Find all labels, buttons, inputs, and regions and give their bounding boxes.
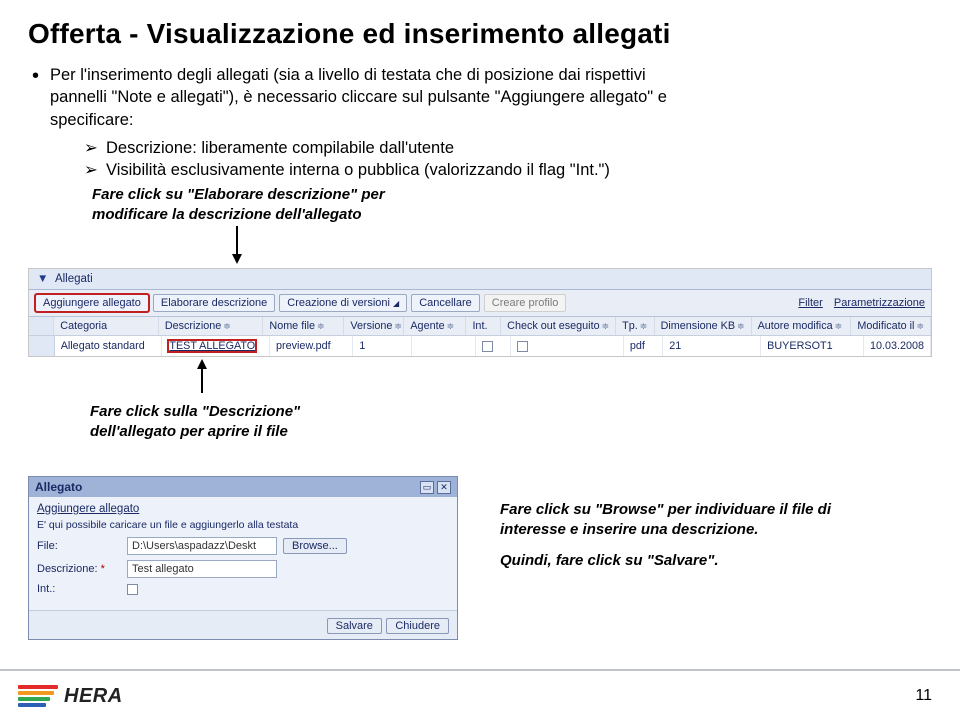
browse-button[interactable]: Browse...: [283, 538, 347, 554]
caption3-line3: Quindi, fare click su "Salvare".: [500, 552, 718, 569]
cell-filename: preview.pdf: [270, 336, 353, 356]
cell-int-checkbox[interactable]: [482, 341, 493, 352]
dialog-title: Allegato: [35, 480, 417, 494]
cell-checkout-checkbox[interactable]: [517, 341, 528, 352]
dialog-maximize-icon[interactable]: ▭: [420, 481, 434, 494]
arrow-down-icon: [230, 226, 932, 264]
caption1-line2: modificare la descrizione dell'allegato: [92, 206, 362, 223]
file-input[interactable]: D:\Users\aspadazz\Deskt: [127, 537, 277, 555]
cell-modified: 10.03.2008: [864, 336, 931, 356]
caption2-line1: Fare click sulla "Descrizione": [90, 403, 300, 420]
cell-type: pdf: [624, 336, 663, 356]
page-title: Offerta - Visualizzazione ed inserimento…: [28, 18, 932, 50]
dialog-add-link[interactable]: Aggiungere allegato: [37, 503, 449, 515]
dialog-note: E' qui possibile caricare un file e aggi…: [37, 519, 449, 531]
attachment-dialog: Allegato ▭ ✕ Aggiungere allegato E' qui …: [28, 476, 458, 640]
create-version-label: Creazione di versioni: [287, 297, 390, 309]
toolbar: Aggiungere allegato Elaborare descrizion…: [29, 290, 931, 317]
description-label: Descrizione: *: [37, 563, 121, 575]
close-button[interactable]: Chiudere: [386, 618, 449, 634]
col-author[interactable]: Autore modifica: [758, 320, 833, 332]
description-input[interactable]: Test allegato: [127, 560, 277, 578]
col-size[interactable]: Dimensione KB: [661, 320, 735, 332]
cell-category: Allegato standard: [55, 336, 163, 356]
int-checkbox[interactable]: [127, 584, 138, 595]
col-checkout[interactable]: Check out eseguito: [507, 320, 599, 332]
caption3-line1: Fare click su "Browse" per individuare i…: [500, 501, 831, 518]
col-int[interactable]: Int.: [472, 320, 487, 332]
save-button[interactable]: Salvare: [327, 618, 382, 634]
intro-list: Per l'inserimento degli allegati (sia a …: [30, 64, 932, 264]
intro-text-1: Per l'inserimento degli allegati (sia a …: [50, 66, 646, 84]
col-category[interactable]: Categoria: [60, 320, 107, 332]
collapse-icon[interactable]: ▼: [37, 273, 48, 285]
file-label: File:: [37, 540, 121, 552]
caption2-line2: dell'allegato per aprire il file: [90, 423, 288, 440]
col-filename[interactable]: Nome file: [269, 320, 315, 332]
cell-version: 1: [353, 336, 412, 356]
table-row[interactable]: Allegato standard TEST ALLEGATO preview.…: [29, 336, 931, 356]
arrow-up-icon: [195, 359, 960, 398]
hera-logo: HERA: [18, 683, 123, 709]
intro-text-2: pannelli "Note e allegati"), è necessari…: [50, 88, 667, 106]
cell-size: 21: [663, 336, 761, 356]
page-number: 11: [915, 687, 932, 705]
col-type[interactable]: Tp.: [622, 320, 638, 332]
logo-bars-icon: [18, 683, 58, 709]
intro-text-3: specificare:: [50, 111, 133, 129]
add-attachment-button[interactable]: Aggiungere allegato: [35, 294, 149, 312]
cell-author: BUYERSOT1: [761, 336, 864, 356]
create-profile-button: Creare profilo: [484, 294, 567, 312]
arrow-item-1: Descrizione: liberamente compilabile dal…: [84, 137, 932, 159]
cell-agent: [412, 336, 476, 356]
filter-link[interactable]: Filter: [798, 297, 822, 309]
panel-header[interactable]: ▼ Allegati: [29, 269, 931, 290]
caption3-line2: interesse e inserire una descrizione.: [500, 521, 758, 538]
create-version-button[interactable]: Creazione di versioni ◢: [279, 294, 407, 312]
col-agent[interactable]: Agente: [410, 320, 444, 332]
panel-header-label: Allegati: [55, 273, 93, 285]
logo-text: HERA: [64, 685, 123, 708]
col-modified[interactable]: Modificato il: [857, 320, 914, 332]
int-label: Int.:: [37, 583, 121, 595]
cell-description-link[interactable]: TEST ALLEGATO: [169, 340, 255, 352]
caption1-line1: Fare click su "Elaborare descrizione" pe…: [92, 186, 385, 203]
footer-divider: [0, 669, 960, 671]
table-header: Categoria Descrizione≑ Nome file≑ Versio…: [29, 317, 931, 336]
dialog-close-icon[interactable]: ✕: [437, 481, 451, 494]
col-version[interactable]: Versione: [350, 320, 392, 332]
col-description[interactable]: Descrizione: [165, 320, 221, 332]
attachments-panel: ▼ Allegati Aggiungere allegato Elaborare…: [28, 268, 932, 357]
arrow-item-2: Visibilità esclusivamente interna o pubb…: [84, 159, 932, 181]
edit-description-button[interactable]: Elaborare descrizione: [153, 294, 275, 312]
parametrization-link[interactable]: Parametrizzazione: [834, 297, 925, 309]
delete-button[interactable]: Cancellare: [411, 294, 480, 312]
